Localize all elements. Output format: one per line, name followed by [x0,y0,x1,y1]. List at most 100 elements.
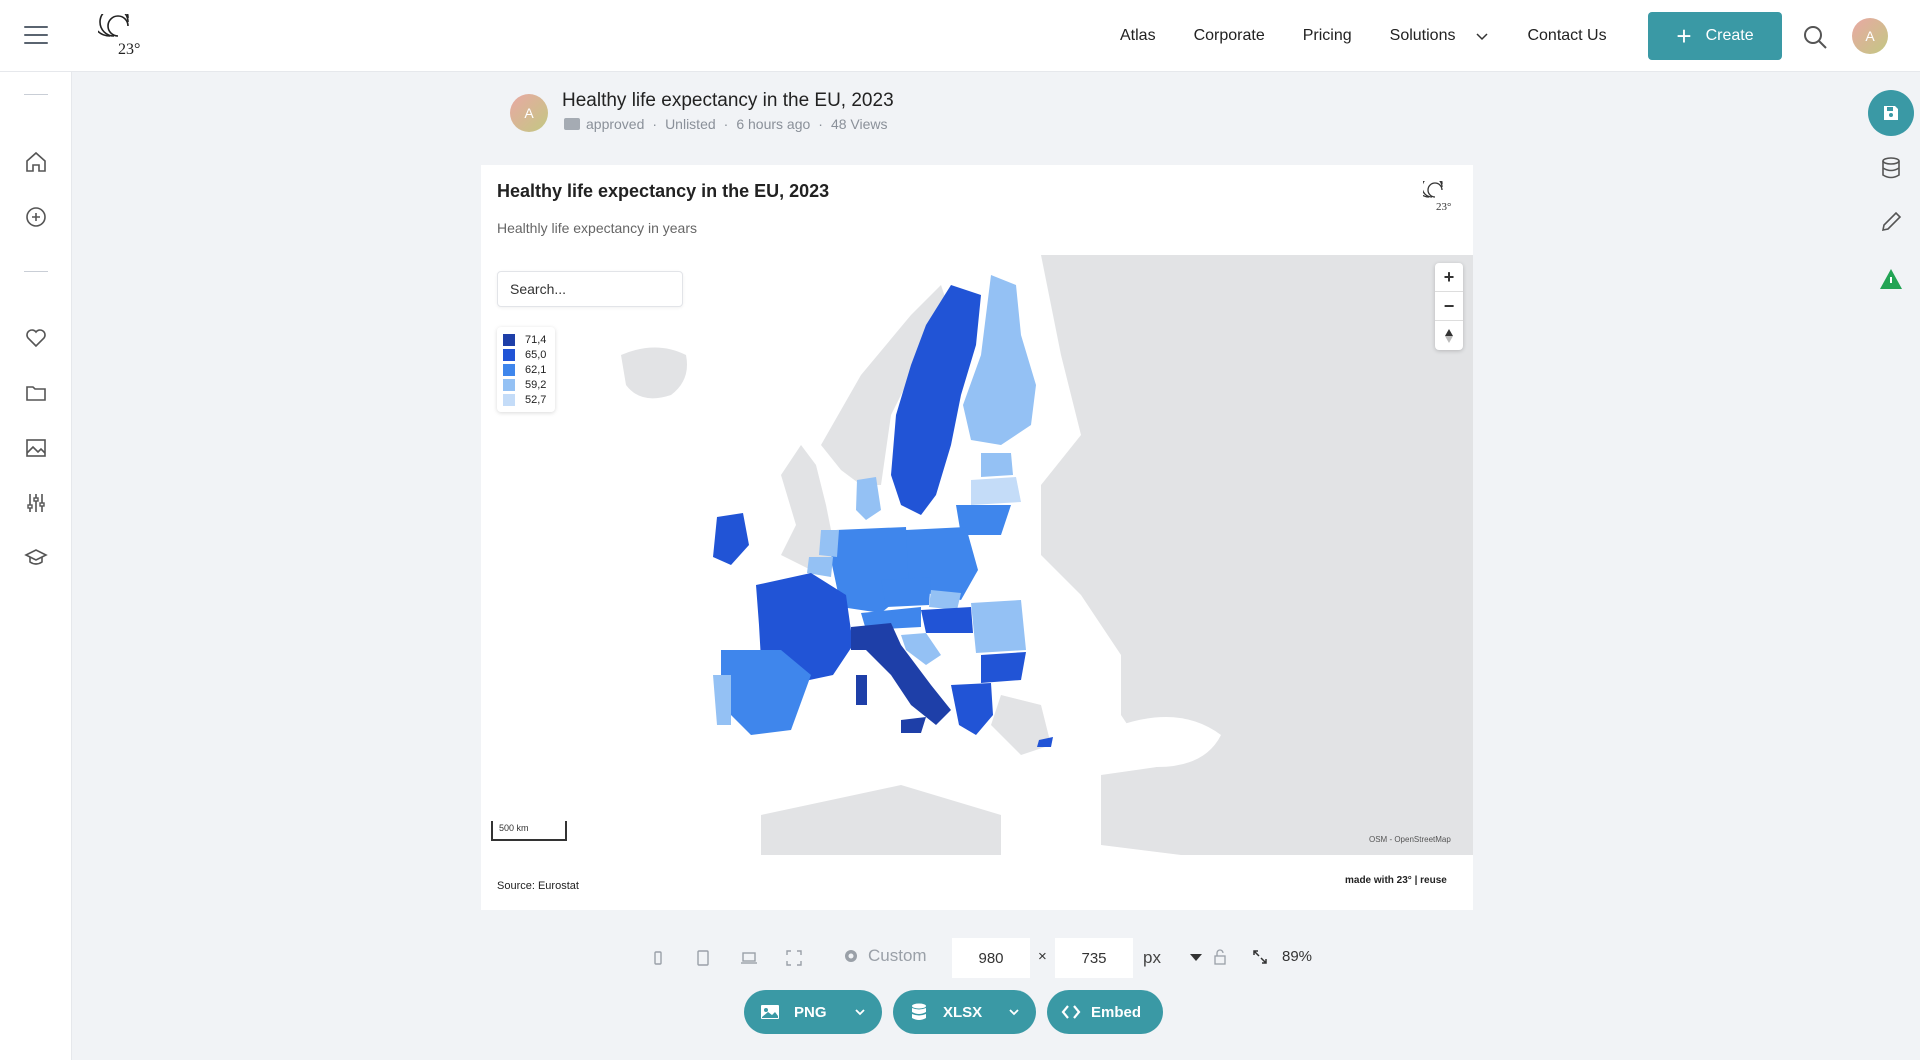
gear-icon [845,950,857,962]
create-button[interactable]: + Create [1648,12,1782,60]
legend-label: 59,2 [525,378,547,391]
embed-button[interactable]: Embed [1047,990,1163,1034]
mobile-icon[interactable] [648,948,668,968]
chart-card: Healthy life expectancy in the EU, 2023 … [481,165,1473,910]
chart-subtitle: Healthly life expectancy in years [497,220,697,236]
map-scale-bar: 500 km [491,821,567,841]
folder-icon[interactable] [24,381,48,405]
height-input[interactable]: 735 [1055,938,1133,978]
zoom-in-button[interactable]: + [1435,263,1463,292]
nav-pricing[interactable]: Pricing [1303,27,1352,45]
legend-swatch [503,348,515,361]
legend-swatch [503,333,515,346]
zoom-percentage: 89% [1282,948,1313,965]
nav-solutions[interactable]: Solutions [1390,27,1490,45]
lock-icon[interactable] [1212,949,1228,965]
menu-icon[interactable] [24,26,48,46]
legend-swatch [503,393,515,406]
zoom-out-button[interactable]: − [1435,292,1463,321]
legend-item: 62,1 [503,362,549,377]
legend-label: 62,1 [525,363,547,376]
triangle-warning-icon[interactable] [1878,266,1904,292]
nav-corporate[interactable]: Corporate [1194,27,1265,45]
map-attribution[interactable]: OSM - OpenStreetMap [1369,835,1451,844]
pencil-icon[interactable] [1878,209,1904,235]
logo-text: 23° [118,41,140,58]
sidebar-divider [24,271,48,272]
compass-reset-button[interactable] [1435,321,1463,350]
legend-swatch [503,363,515,376]
choropleth-map[interactable]: Search... 71,4 65,0 62,1 59,2 52,7 + − 5… [481,255,1473,855]
region-portugal[interactable] [713,675,731,725]
view-count: 48 Views [830,116,888,132]
preset-label: Custom [868,946,927,965]
region-greece[interactable] [951,683,993,735]
image-icon[interactable] [24,436,48,460]
made-with-link[interactable]: made with 23° | reuse [1345,875,1447,886]
folder-name[interactable]: approved [586,116,644,132]
region-hungary[interactable] [921,607,973,633]
legend-swatch [503,378,515,391]
updated-time: 6 hours ago [736,116,811,132]
region-bulgaria[interactable] [981,652,1026,683]
top-navbar: 23° Atlas Corporate Pricing Solutions Co… [0,0,1920,72]
svg-text:23°: 23° [1436,201,1451,213]
laptop-icon[interactable] [739,948,759,968]
region-estonia[interactable] [981,453,1013,477]
author-avatar[interactable]: A [510,94,548,132]
nav-contact-us[interactable]: Contact Us [1527,27,1606,45]
width-input[interactable]: 980 [952,938,1030,978]
export-xlsx-button[interactable]: XLSX [893,990,1036,1034]
home-icon[interactable] [24,150,48,174]
export-size-controls: Custom 980 × 735 px 89% [0,938,1920,978]
save-button[interactable] [1868,90,1914,136]
region-sardinia[interactable] [856,675,867,705]
sliders-icon[interactable] [24,491,48,515]
region-sicily[interactable] [901,717,926,733]
embed-label: Embed [1091,1003,1142,1021]
export-png-button[interactable]: PNG [744,990,882,1034]
chart-source: Source: Eurostat [497,880,579,892]
code-icon [1061,1005,1081,1019]
visibility-status: Unlisted [665,116,716,132]
save-icon [1884,106,1898,120]
region-czechia[interactable] [881,577,931,607]
create-button-label: Create [1705,27,1754,44]
user-avatar[interactable]: A [1852,18,1888,54]
logo-watermark: 23° [1423,181,1451,213]
chevron-down-icon[interactable] [854,1006,866,1018]
region-romania[interactable] [971,600,1026,653]
left-sidebar [0,72,72,1060]
database-icon [912,1003,926,1020]
search-icon[interactable] [1802,24,1828,50]
legend-label: 52,7 [525,393,547,406]
fit-scale-icon[interactable] [1252,949,1268,965]
fullscreen-icon[interactable] [784,948,804,968]
map-search-input[interactable]: Search... [497,271,683,307]
add-circle-icon[interactable] [24,205,48,229]
tablet-icon[interactable] [693,948,713,968]
logo-23-degrees[interactable]: 23° [98,14,148,58]
database-icon[interactable] [1878,155,1904,181]
preset-select[interactable]: Custom [842,946,927,966]
region-netherlands[interactable] [819,530,839,557]
chevron-down-icon[interactable] [1008,1006,1020,1018]
heart-icon[interactable] [24,326,48,350]
region-slovakia[interactable] [929,590,961,610]
land-north-africa [761,785,1001,855]
chevron-down-icon [1476,33,1488,41]
main-nav: Atlas Corporate Pricing Solutions Contac… [1120,0,1645,72]
unit-label: px [1143,948,1161,967]
image-icon [761,1005,779,1019]
nav-atlas[interactable]: Atlas [1120,27,1156,45]
document-meta: approved · Unlisted · 6 hours ago · 48 V… [564,116,888,132]
legend-label: 65,0 [525,348,547,361]
graduation-cap-icon[interactable] [24,546,48,570]
region-ireland[interactable] [713,513,749,565]
legend-label: 71,4 [525,333,547,346]
region-latvia[interactable] [971,477,1021,505]
map-canvas[interactable] [481,255,1473,855]
unit-dropdown-caret[interactable] [1190,954,1202,961]
zoom-controls: + − [1435,263,1463,350]
region-italy[interactable] [851,623,951,725]
